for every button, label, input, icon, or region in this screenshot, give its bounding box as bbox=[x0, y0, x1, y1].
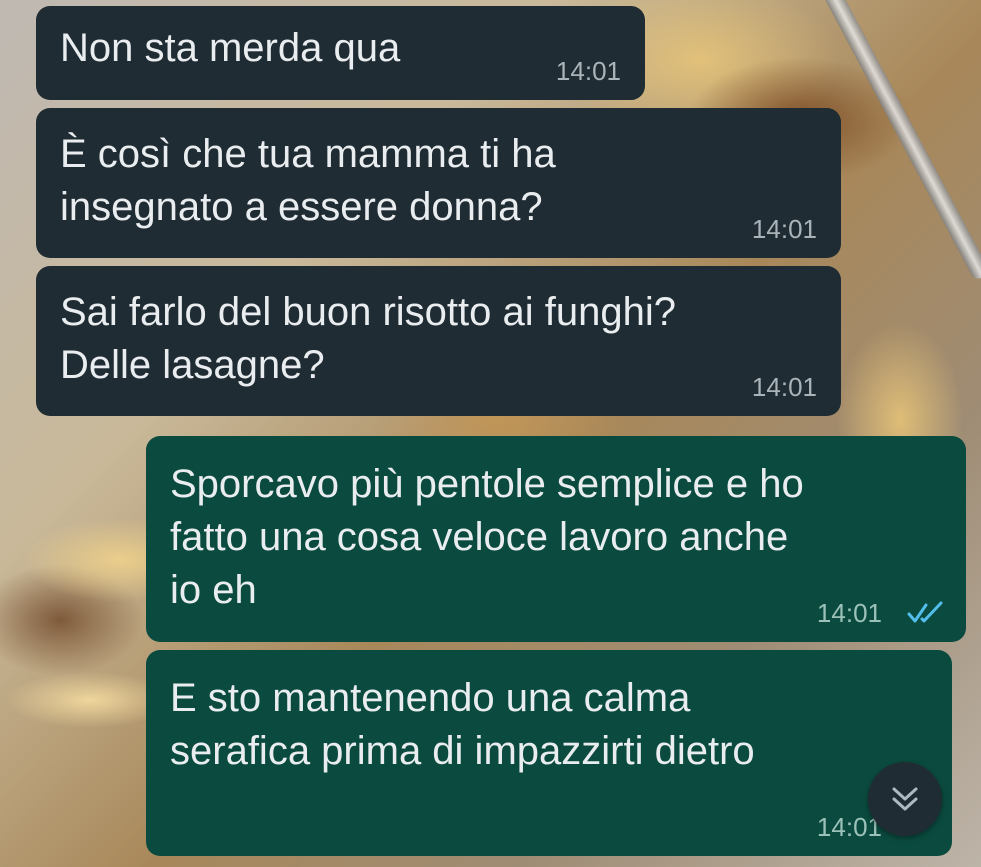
message-text: È così che tua mamma ti ha insegnato a e… bbox=[60, 132, 556, 229]
double-chevron-down-icon bbox=[892, 787, 918, 811]
message-bubble-outgoing[interactable]: E sto mantenendo una calma serafica prim… bbox=[146, 650, 952, 856]
message-bubble-incoming[interactable]: Non sta merda qua 14:01 bbox=[36, 6, 645, 100]
message-time: 14:01 bbox=[555, 56, 621, 86]
message-time: 14:01 bbox=[751, 214, 817, 244]
message-bubble-incoming[interactable]: È così che tua mamma ti ha insegnato a e… bbox=[36, 108, 841, 258]
message-text: E sto mantenendo una calma serafica prim… bbox=[170, 676, 755, 773]
background-fork-photo bbox=[820, 0, 981, 282]
message-text: Non sta merda qua bbox=[60, 26, 401, 70]
message-time: 14:01 bbox=[816, 598, 882, 628]
double-check-read-icon bbox=[907, 601, 943, 623]
chat-screen: Non sta merda qua 14:01 È così che tua m… bbox=[0, 0, 981, 867]
message-time: 14:01 bbox=[751, 372, 817, 402]
message-bubble-outgoing[interactable]: Sporcavo più pentole semplice e ho fatto… bbox=[146, 436, 966, 642]
message-text: Sporcavo più pentole semplice e ho fatto… bbox=[170, 462, 804, 612]
message-text: Sai farlo del buon risotto ai funghi? De… bbox=[60, 290, 676, 387]
message-bubble-incoming[interactable]: Sai farlo del buon risotto ai funghi? De… bbox=[36, 266, 841, 416]
scroll-to-bottom-button[interactable] bbox=[868, 762, 942, 836]
